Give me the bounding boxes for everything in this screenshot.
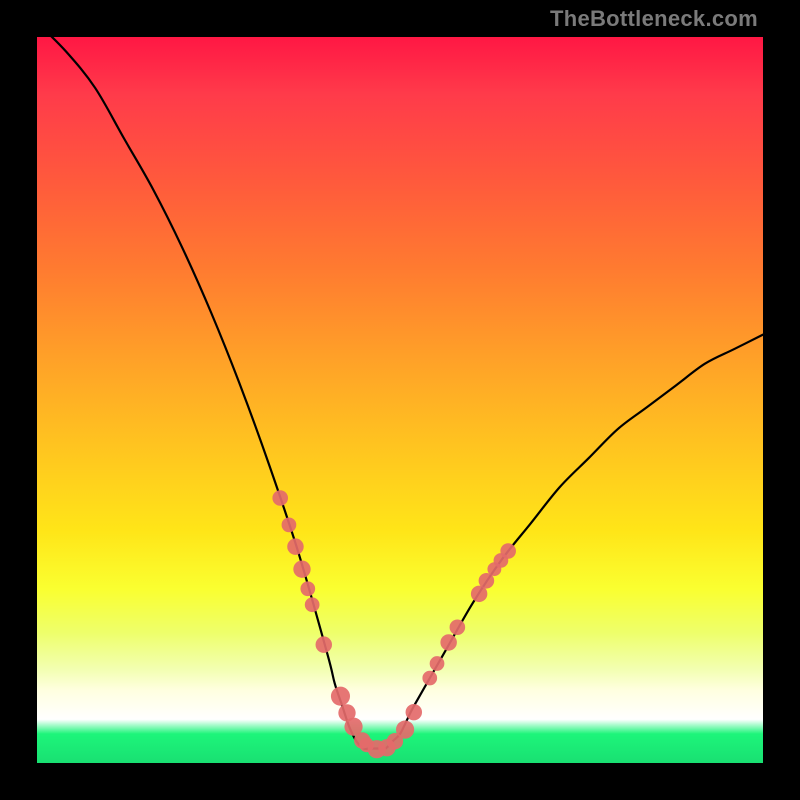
curve-marker bbox=[272, 490, 288, 506]
curve-marker bbox=[293, 560, 310, 577]
chart-svg bbox=[37, 37, 763, 763]
bottleneck-curve bbox=[37, 37, 763, 749]
curve-marker bbox=[300, 581, 315, 596]
attribution-text: TheBottleneck.com bbox=[550, 6, 758, 32]
curve-marker bbox=[440, 634, 456, 650]
plot-area bbox=[37, 37, 763, 763]
curve-marker bbox=[450, 619, 466, 635]
curve-marker bbox=[500, 543, 516, 559]
chart-frame: TheBottleneck.com bbox=[0, 0, 800, 800]
curve-marker bbox=[287, 538, 303, 554]
curve-marker bbox=[422, 671, 437, 686]
curve-marker bbox=[331, 687, 350, 706]
curve-marker bbox=[305, 597, 320, 612]
curve-markers bbox=[272, 490, 516, 758]
curve-marker bbox=[430, 656, 445, 671]
curve-marker bbox=[396, 721, 414, 739]
curve-marker bbox=[282, 518, 297, 533]
curve-marker bbox=[316, 636, 332, 652]
curve-marker bbox=[406, 704, 422, 720]
